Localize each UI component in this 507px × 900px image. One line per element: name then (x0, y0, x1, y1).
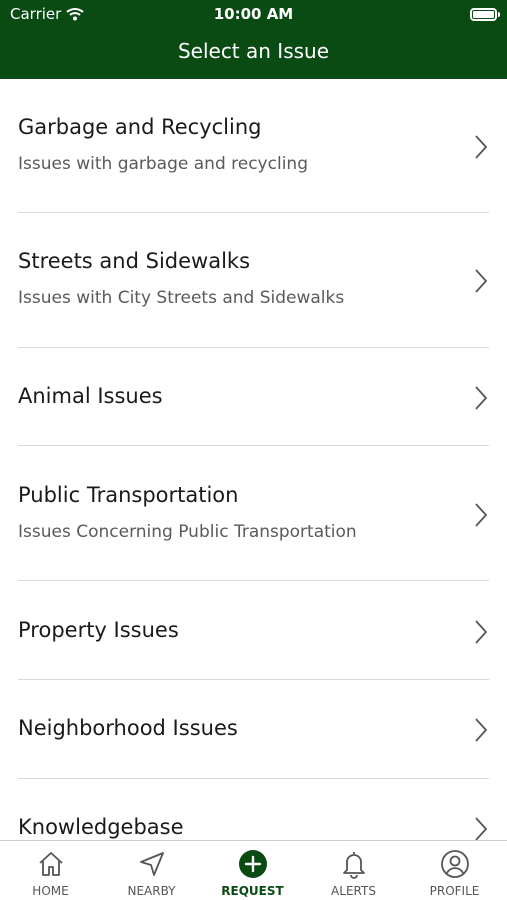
list-item-subtitle: Issues with City Streets and Sidewalks (18, 288, 345, 308)
tab-home[interactable]: HOME (0, 841, 101, 900)
page-title: Select an Issue (177, 39, 330, 63)
list-item-title: Neighborhood Issues (18, 716, 238, 740)
list-item-title: Property Issues (18, 618, 179, 642)
tab-profile[interactable]: PROFILE (404, 841, 505, 900)
app-header: Carrier 10:00 AM Select an Issue (0, 0, 507, 79)
list-item-garbage-and-recycling[interactable]: Garbage and Recycling Issues with garbag… (0, 79, 507, 213)
list-item-knowledgebase[interactable]: Knowledgebase (0, 779, 507, 840)
list-item-title: Public Transportation (18, 483, 239, 507)
list-item-subtitle: Issues Concerning Public Transportation (18, 522, 357, 542)
chevron-right-icon (475, 386, 488, 410)
plus-circle-icon (239, 850, 267, 878)
list-item-streets-and-sidewalks[interactable]: Streets and Sidewalks Issues with City S… (0, 213, 507, 348)
list-item-title: Garbage and Recycling (18, 115, 262, 139)
chevron-right-icon (475, 817, 488, 840)
chevron-right-icon (475, 135, 488, 159)
tab-bar: HOME NEARBY REQUEST ALERTS PROFILE (0, 840, 507, 900)
list-item-neighborhood-issues[interactable]: Neighborhood Issues (0, 680, 507, 779)
list-item-title: Knowledgebase (18, 815, 184, 839)
issue-list: Garbage and Recycling Issues with garbag… (0, 79, 507, 840)
tab-request[interactable]: REQUEST (202, 841, 303, 900)
location-arrow-icon (140, 852, 164, 876)
tab-nearby[interactable]: NEARBY (101, 841, 202, 900)
chevron-right-icon (475, 269, 488, 293)
bell-icon (343, 852, 365, 879)
status-time: 10:00 AM (213, 5, 294, 23)
user-circle-icon (441, 850, 469, 878)
tab-label: HOME (32, 884, 69, 898)
tab-label: PROFILE (429, 884, 480, 898)
list-item-animal-issues[interactable]: Animal Issues (0, 348, 507, 446)
list-item-subtitle: Issues with garbage and recycling (18, 154, 308, 174)
tab-alerts[interactable]: ALERTS (303, 841, 404, 900)
tab-label: ALERTS (331, 884, 376, 898)
list-item-property-issues[interactable]: Property Issues (0, 581, 507, 680)
list-item-public-transportation[interactable]: Public Transportation Issues Concerning … (0, 446, 507, 581)
chevron-right-icon (475, 503, 488, 527)
list-item-title: Streets and Sidewalks (18, 249, 251, 273)
chevron-right-icon (475, 620, 488, 644)
home-icon (39, 852, 63, 876)
tab-label: NEARBY (127, 884, 176, 898)
chevron-right-icon (475, 718, 488, 742)
status-bar: Carrier 10:00 AM (0, 0, 507, 28)
list-item-title: Animal Issues (18, 384, 163, 408)
battery-icon (470, 8, 500, 21)
tab-label: REQUEST (221, 884, 284, 898)
